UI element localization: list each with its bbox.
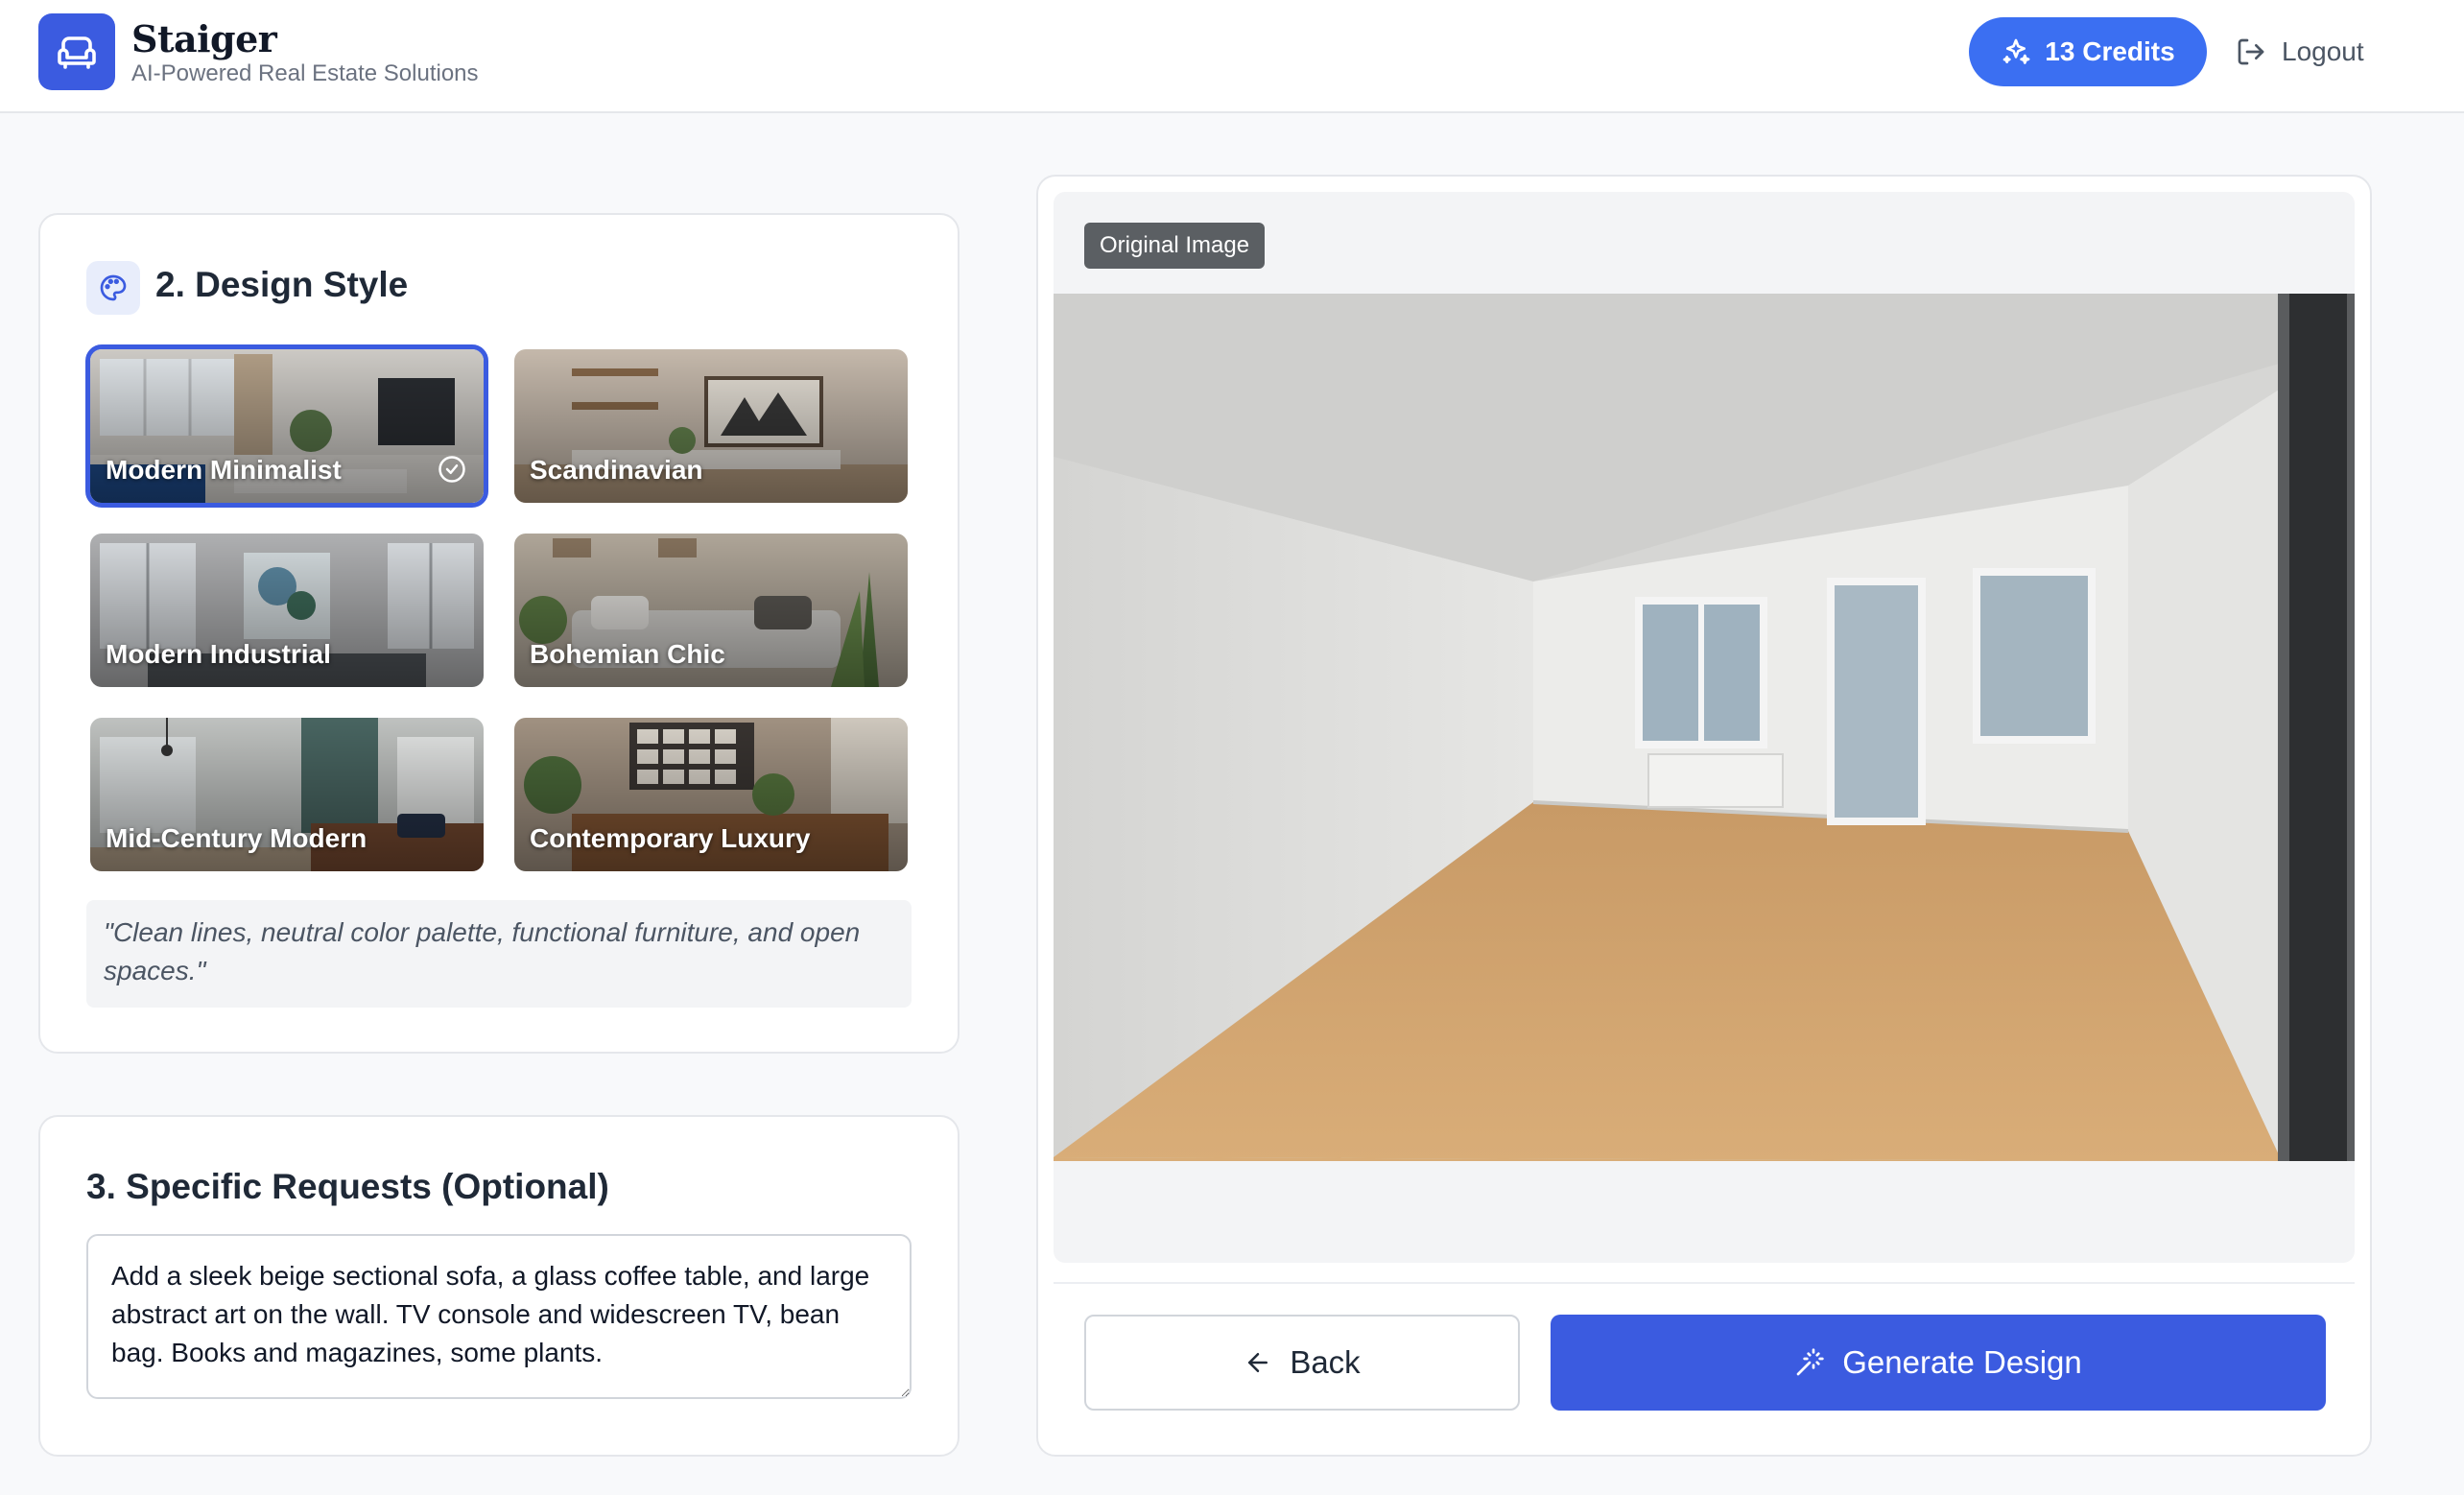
action-divider	[1054, 1282, 2355, 1284]
style-label: Modern Industrial	[106, 639, 331, 669]
back-label: Back	[1290, 1344, 1361, 1380]
top-bar: Staiger AI-Powered Real Estate Solutions…	[0, 0, 2464, 113]
generate-design-button[interactable]: Generate Design	[1551, 1315, 2326, 1411]
style-option-contemporary-luxury[interactable]: Contemporary Luxury	[514, 718, 908, 871]
sparkles-icon	[2002, 38, 2030, 64]
style-label: Modern Minimalist	[106, 455, 342, 485]
style-option-bohemian-chic[interactable]: Bohemian Chic	[514, 534, 908, 687]
magic-wand-icon	[1796, 1348, 1824, 1376]
logout-button[interactable]: Logout	[2236, 17, 2399, 86]
design-style-title: 2. Design Style	[155, 265, 409, 304]
style-option-modern-industrial[interactable]: Modern Industrial	[90, 534, 484, 687]
palette-icon	[86, 261, 140, 315]
style-option-modern-minimalist[interactable]: Modern Minimalist	[85, 344, 488, 508]
specific-requests-title: 3. Specific Requests (Optional)	[86, 1167, 609, 1206]
check-circle-icon	[438, 456, 465, 483]
original-room-image	[1054, 294, 2355, 1161]
sofa-logo-icon[interactable]	[38, 13, 115, 90]
logout-icon	[2238, 38, 2264, 65]
logout-label: Logout	[2282, 36, 2364, 66]
specific-requests-textarea[interactable]: Add a sleek beige sectional sofa, a glas…	[86, 1234, 912, 1399]
style-label: Mid-Century Modern	[106, 823, 367, 853]
style-option-mid-century-modern[interactable]: Mid-Century Modern	[90, 718, 484, 871]
credits-button[interactable]: 13 Credits	[1969, 17, 2207, 86]
style-option-scandinavian[interactable]: Scandinavian	[514, 349, 908, 503]
brand-name: Staiger	[131, 17, 277, 60]
original-image-badge: Original Image	[1084, 223, 1266, 269]
style-description: "Clean lines, neutral color palette, fun…	[86, 900, 912, 1008]
style-label: Contemporary Luxury	[530, 823, 811, 853]
image-preview-area: Original Image	[1054, 192, 2355, 1263]
brand-tagline: AI-Powered Real Estate Solutions	[131, 60, 479, 86]
credits-label: 13 Credits	[2045, 36, 2175, 66]
style-label: Scandinavian	[530, 455, 703, 485]
design-style-card: 2. Design Style Modern Minimalist Scandi…	[38, 213, 960, 1054]
preview-card: Original Image Back Generate Design	[1036, 175, 2372, 1457]
back-button[interactable]: Back	[1084, 1315, 1520, 1411]
generate-design-label: Generate Design	[1842, 1344, 2082, 1380]
style-label: Bohemian Chic	[530, 639, 725, 669]
specific-requests-card: 3. Specific Requests (Optional) Add a sl…	[38, 1115, 960, 1457]
arrow-left-icon	[1248, 1353, 1268, 1372]
